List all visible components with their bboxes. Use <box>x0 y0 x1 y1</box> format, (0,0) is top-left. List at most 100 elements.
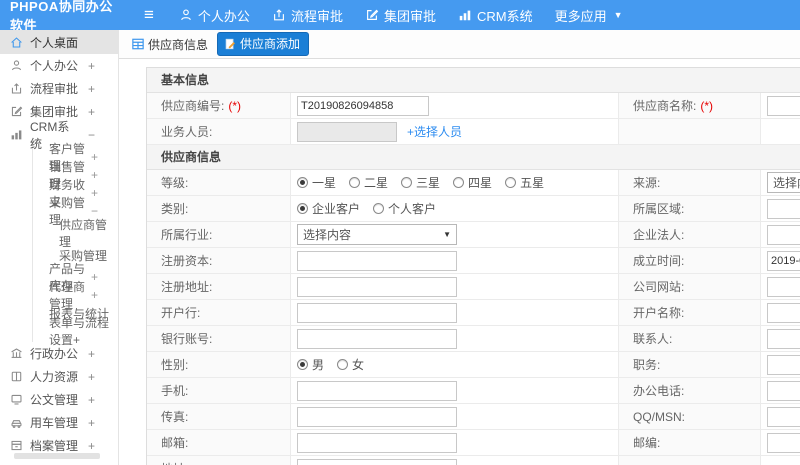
expand-plus-icon[interactable]: + <box>85 370 95 384</box>
edit-icon <box>365 8 379 22</box>
form-row: 银行账号: 联系人: <box>147 326 800 352</box>
tab-bar: 供应商信息 供应商添加 <box>119 30 800 59</box>
topbar: PHPOA协同办公软件 ≡ 个人办公 流程审批 集团审批 CRM系统 更多应用 … <box>0 0 800 33</box>
sidebar-item-hr[interactable]: 人力资源 + <box>0 365 118 388</box>
business-staff-label: 业务人员: <box>161 125 213 139</box>
expand-plus-icon[interactable]: + <box>91 270 98 284</box>
app-logo: PHPOA协同办公软件 <box>10 0 113 33</box>
main-area: 供应商信息 供应商添加 基本信息 供应商编号: (*) T20190826094… <box>119 30 800 465</box>
tab-supplier-info[interactable]: 供应商信息 <box>132 36 208 53</box>
content-area: 基本信息 供应商编号: (*) 供应商名称: (*) <box>119 59 800 465</box>
expand-plus-icon[interactable]: + <box>85 439 95 453</box>
doc-icon <box>10 393 23 406</box>
account-name-input[interactable] <box>767 302 800 323</box>
office-phone-input[interactable] <box>767 380 800 401</box>
sidebar: 个人桌面 个人办公 + 流程审批 + 集团审批 + CRM系统 − 客户管理 +… <box>0 30 119 465</box>
qq-msn-input[interactable] <box>767 406 800 427</box>
registered-capital-label: 注册资本: <box>161 254 213 268</box>
mobile-input[interactable] <box>297 380 457 401</box>
zip-label: 邮编: <box>633 436 661 450</box>
bank-label: 开户行: <box>161 306 201 320</box>
expand-plus-icon[interactable]: + <box>85 347 95 361</box>
radio-icon[interactable] <box>453 177 465 188</box>
expand-plus-icon[interactable]: + <box>85 59 95 73</box>
radio-icon[interactable] <box>373 203 385 214</box>
bank-account-input[interactable] <box>297 328 457 349</box>
website-input[interactable] <box>767 276 800 297</box>
establish-date-input[interactable] <box>767 250 800 271</box>
expand-plus-icon[interactable]: + <box>85 393 95 407</box>
expand-plus-icon[interactable]: + <box>85 82 95 96</box>
expand-plus-icon[interactable]: + <box>91 288 98 302</box>
fax-label: 传真: <box>161 410 189 424</box>
level-option-2[interactable]: 二星 <box>349 174 388 191</box>
topmenu-crm[interactable]: CRM系统 <box>447 0 544 30</box>
sidebar-item-personal-office[interactable]: 个人办公 + <box>0 54 118 77</box>
address-input[interactable] <box>297 458 457 465</box>
bank-input[interactable] <box>297 302 457 323</box>
supplier-name-input[interactable] <box>767 95 800 116</box>
account-name-label: 开户名称: <box>633 306 685 320</box>
sidebar-item-flow-approval[interactable]: 流程审批 + <box>0 77 118 100</box>
position-input[interactable] <box>767 354 800 375</box>
sidebar-item-vehicle[interactable]: 用车管理 + <box>0 411 118 434</box>
car-icon <box>10 416 23 429</box>
menu-toggle-icon[interactable]: ≡ <box>144 0 154 30</box>
topmenu-group-approval[interactable]: 集团审批 <box>354 0 447 30</box>
expand-plus-icon[interactable]: + <box>85 416 95 430</box>
sidebar-item-documents[interactable]: 公文管理 + <box>0 388 118 411</box>
expand-plus-icon[interactable]: + <box>91 186 98 200</box>
edit-icon <box>10 105 23 118</box>
radio-checked-icon[interactable] <box>297 203 308 214</box>
level-option-5[interactable]: 五星 <box>505 174 544 191</box>
book-icon <box>10 370 23 383</box>
email-input[interactable] <box>297 432 457 453</box>
sidebar-item-desktop[interactable]: 个人桌面 <box>0 30 118 54</box>
home-icon <box>10 36 23 49</box>
zip-input[interactable] <box>767 432 800 453</box>
email-label: 邮箱: <box>161 436 189 450</box>
crm-submenu: 客户管理 + 销售管理 + 财务收支 + 采购管理 − 供应商管理 采购管理 产… <box>32 142 118 347</box>
category-option-personal[interactable]: 个人客户 <box>373 200 436 217</box>
radio-icon[interactable] <box>349 177 361 188</box>
level-option-3[interactable]: 三星 <box>401 174 440 191</box>
expand-plus-icon[interactable]: + <box>91 150 98 164</box>
person-icon <box>179 8 193 22</box>
topmenu-more-apps[interactable]: 更多应用 ▼ <box>544 0 634 30</box>
radio-checked-icon[interactable] <box>297 359 308 370</box>
gender-option-female[interactable]: 女 <box>337 356 364 373</box>
category-option-company[interactable]: 企业客户 <box>297 200 360 217</box>
topmenu-personal-office[interactable]: 个人办公 <box>168 0 261 30</box>
expand-plus-icon[interactable]: + <box>91 168 98 182</box>
level-option-4[interactable]: 四星 <box>453 174 492 191</box>
gender-option-male[interactable]: 男 <box>297 356 324 373</box>
radio-icon[interactable] <box>505 177 517 188</box>
registered-capital-input[interactable] <box>297 250 457 271</box>
app-window: PHPOA协同办公软件 ≡ 个人办公 流程审批 集团审批 CRM系统 更多应用 … <box>0 0 800 465</box>
source-select[interactable]: 选择内容 ▼ <box>767 172 800 193</box>
choose-staff-link[interactable]: +选择人员 <box>407 123 462 140</box>
expand-plus-icon[interactable]: + <box>85 105 95 119</box>
registered-address-input[interactable] <box>297 276 457 297</box>
form-row: 邮箱: 邮编: <box>147 430 800 456</box>
legal-person-input[interactable] <box>767 224 800 245</box>
chart-icon <box>458 8 472 22</box>
industry-select[interactable]: 选择内容 ▼ <box>297 224 457 245</box>
add-doc-icon <box>224 38 236 50</box>
topmenu-flow-approval[interactable]: 流程审批 <box>261 0 354 30</box>
radio-icon[interactable] <box>401 177 413 188</box>
fax-input[interactable] <box>297 406 457 427</box>
business-staff-input[interactable] <box>297 121 397 142</box>
radio-icon[interactable] <box>337 359 349 370</box>
region-input[interactable] <box>767 198 800 219</box>
level-option-1[interactable]: 一星 <box>297 174 336 191</box>
radio-checked-icon[interactable] <box>297 177 308 188</box>
sidebar-item-form-flow-settings[interactable]: 表单与流程设置+ <box>33 316 118 347</box>
sidebar-clipped-item <box>14 453 100 459</box>
legal-person-label: 企业法人: <box>633 228 685 242</box>
tab-supplier-add[interactable]: 供应商添加 <box>217 32 310 56</box>
contact-input[interactable] <box>767 328 800 349</box>
sidebar-item-supplier-mgmt[interactable]: 供应商管理 <box>33 218 118 249</box>
supplier-no-input[interactable] <box>297 95 429 116</box>
sidebar-item-agent-mgmt[interactable]: 代理商管理 + <box>33 280 118 311</box>
